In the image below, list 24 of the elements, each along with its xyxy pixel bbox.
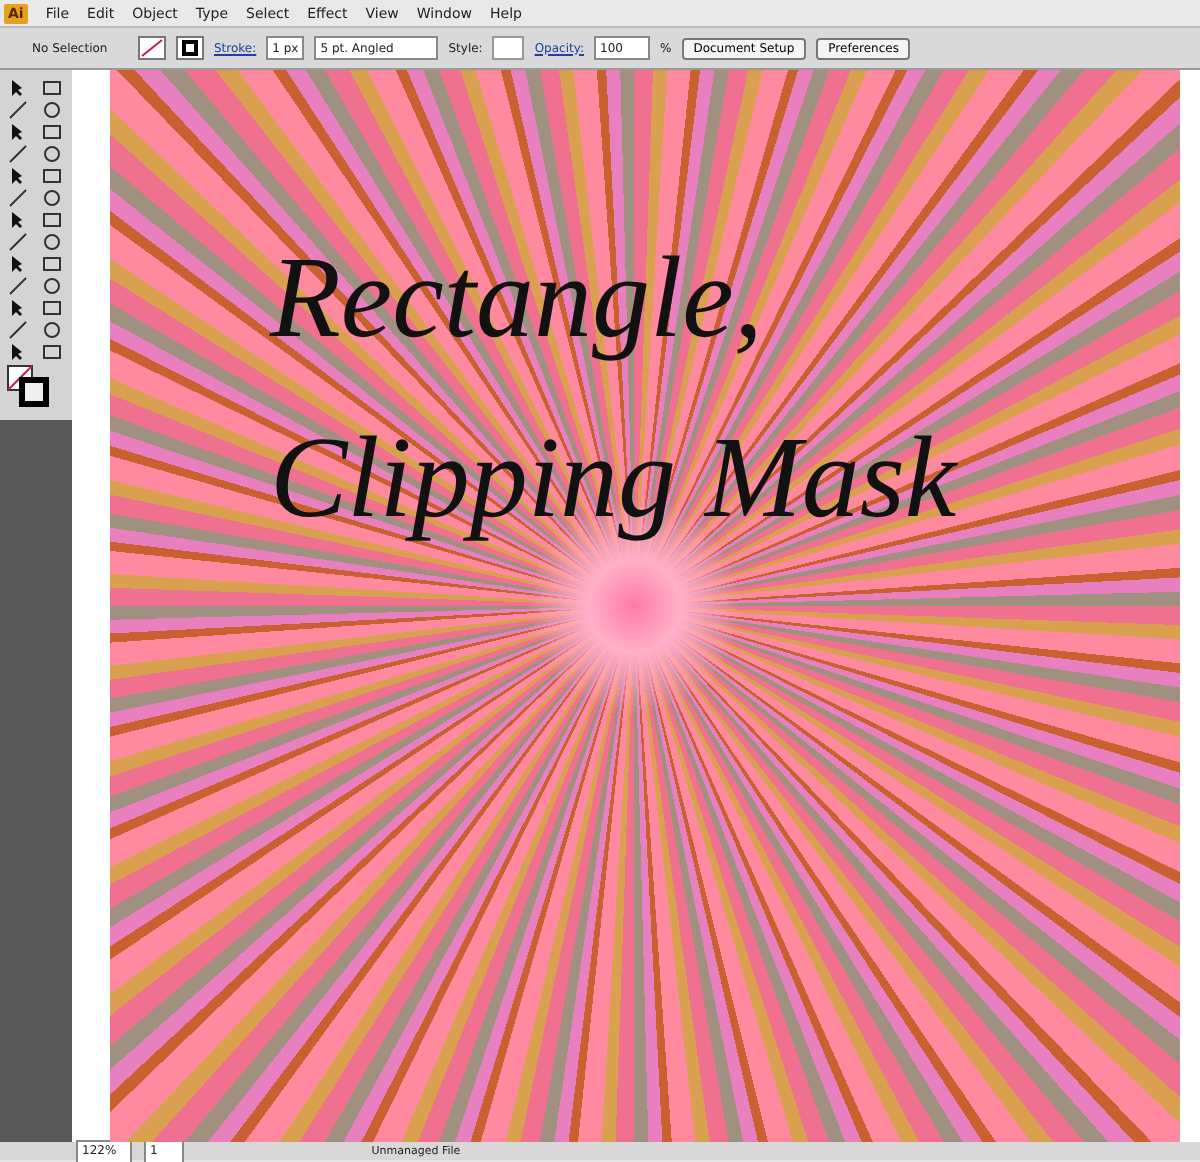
tool-icon[interactable] [40, 100, 64, 120]
tool-icon[interactable] [6, 188, 30, 208]
tool-icon[interactable] [40, 254, 64, 274]
tool-icon[interactable] [40, 210, 64, 230]
fill-swatch[interactable] [138, 36, 166, 60]
tool-icon[interactable] [6, 100, 30, 120]
tool-icon[interactable] [40, 232, 64, 252]
tool-icon[interactable] [40, 342, 64, 362]
style-dropdown[interactable] [492, 36, 525, 60]
tool-icon[interactable] [6, 232, 30, 252]
tool-icon[interactable] [40, 144, 64, 164]
tool-icon[interactable] [40, 166, 64, 186]
tool-icon[interactable] [40, 188, 64, 208]
stroke-swatch[interactable] [176, 36, 204, 60]
tool-icon[interactable] [40, 78, 64, 98]
tool-icon[interactable] [6, 276, 30, 296]
tool-icon[interactable] [40, 298, 64, 318]
tool-icon[interactable] [40, 122, 64, 142]
tool-icon[interactable] [40, 276, 64, 296]
tool-icon[interactable] [6, 144, 30, 164]
tool-icon[interactable] [40, 320, 64, 340]
handwritten-text: Rectangle, [270, 230, 763, 364]
handwritten-text: Clipping Mask [270, 410, 957, 544]
tool-icon[interactable] [6, 320, 30, 340]
